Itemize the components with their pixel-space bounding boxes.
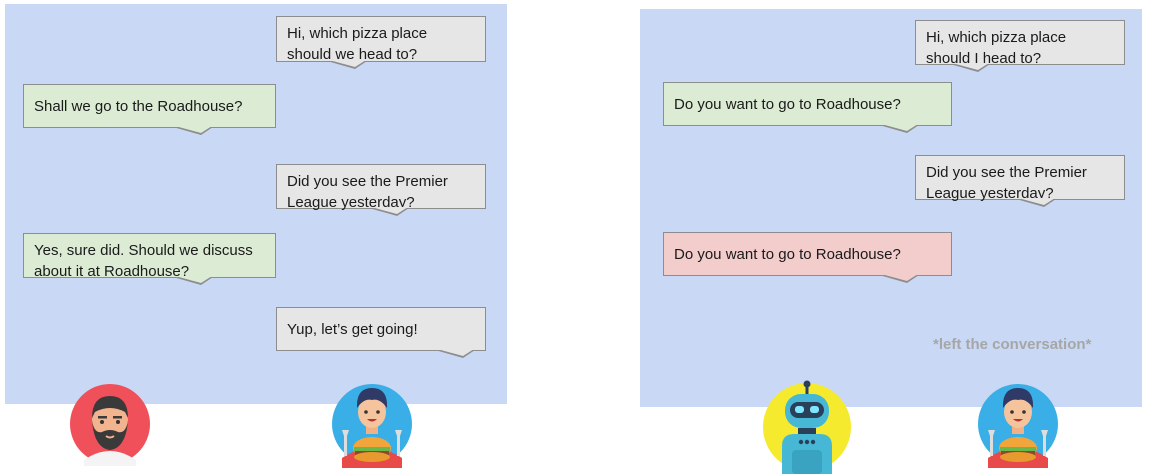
message-line: Hi, which pizza place: [926, 29, 1067, 46]
user-message-bubble: Yup, let’s get going!: [276, 307, 486, 358]
message-line: Do you want to go to Roadhouse?: [674, 95, 901, 113]
user-message-bubble: Did you see the Premier League yesterday…: [276, 164, 486, 216]
message-line: Shall we go to the Roadhouse?: [34, 97, 243, 115]
left-conversation-note: *left the conversation*: [933, 336, 1092, 353]
friend-message-bubble: Yes, sure did. Should we discuss about i…: [23, 233, 276, 285]
user-message-bubble: Hi, which pizza place should I head to?: [915, 20, 1125, 72]
message-line: Yup, let’s get going!: [287, 320, 418, 338]
message-line: about it at Roadhouse?: [34, 263, 190, 280]
message-line: Did you see the Premier: [287, 173, 448, 190]
bot-message-bubble: Do you want to go to Roadhouse?: [663, 82, 952, 133]
user-message-bubble: Hi, which pizza place should we head to?: [276, 16, 486, 69]
user-message-bubble: Did you see the Premier League yesterday…: [915, 155, 1125, 207]
message-line: Hi, which pizza place: [287, 25, 428, 42]
bearded-man-icon: [70, 384, 150, 466]
friend-message-bubble: Shall we go to the Roadhouse?: [23, 84, 276, 135]
message-line: Did you see the Premier: [926, 164, 1087, 181]
message-line: should we head to?: [287, 46, 418, 63]
robot-icon: [763, 380, 851, 474]
message-line: Do you want to go to Roadhouse?: [674, 245, 901, 263]
pizza-eater-icon: [332, 384, 412, 468]
pizza-eater-icon: [978, 384, 1058, 468]
bot-repeated-message-bubble: Do you want to go to Roadhouse?: [663, 232, 952, 283]
message-line: Yes, sure did. Should we discuss: [34, 242, 253, 259]
